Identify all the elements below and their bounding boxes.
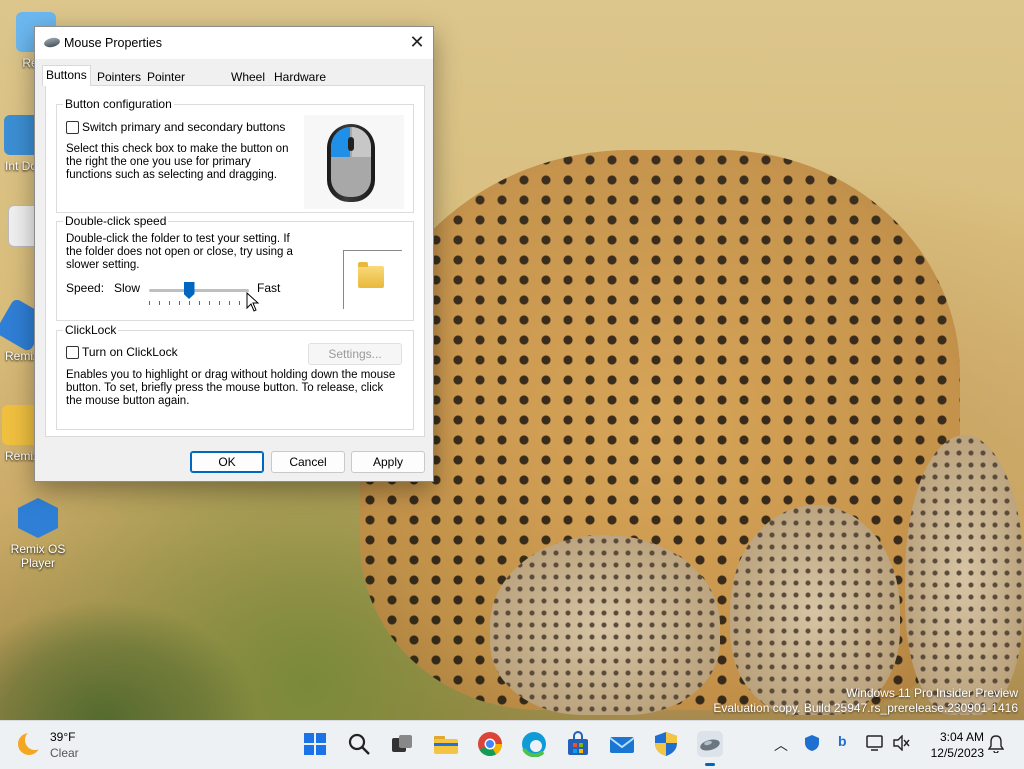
clock-date: 12/5/2023 [930, 746, 984, 760]
clock[interactable]: 3:04 AM 12/5/2023 [931, 729, 984, 761]
task-view-icon [392, 735, 412, 752]
double-click-speed-group: Double-click speed Double-click the fold… [56, 214, 414, 321]
display-icon[interactable] [866, 735, 886, 751]
task-view-button[interactable] [389, 731, 415, 757]
chevron-up-icon: ︿ [774, 737, 788, 753]
tab-wheel[interactable]: Wheel [227, 67, 269, 87]
slow-label: Slow [114, 281, 141, 295]
cheetah-cub-image [905, 435, 1024, 715]
cheetah-cub-image [730, 505, 900, 715]
edge-icon [522, 732, 546, 758]
group-title: Double-click speed [63, 214, 169, 228]
mouse-illustration [304, 115, 404, 209]
mouse-cursor-icon [246, 292, 260, 312]
slider-tick [199, 301, 200, 305]
mouse-properties-button[interactable] [697, 731, 723, 766]
moon-icon [18, 730, 45, 755]
mouse-icon [43, 36, 61, 49]
weather-temperature: 39°F [50, 730, 76, 744]
dialog-title: Mouse Properties [64, 36, 162, 50]
mouse-properties-icon [700, 739, 720, 751]
notification-bell-icon[interactable] [988, 735, 1004, 753]
mouse-properties-dialog: Mouse Properties ✕ Buttons Pointers Poin… [34, 26, 434, 482]
cancel-button[interactable]: Cancel [271, 451, 345, 473]
security-icon [655, 732, 677, 756]
buttons-tab-panel: Button configuration Switch primary and … [45, 85, 425, 437]
folder-icon[interactable] [358, 262, 384, 288]
clicklock-group: ClickLock Turn on ClickLock Settings... … [56, 323, 414, 430]
tab-buttons[interactable]: Buttons [42, 65, 91, 86]
close-button[interactable]: ✕ [401, 27, 433, 59]
slider-tick [209, 301, 210, 305]
clicklock-label[interactable]: Turn on ClickLock [82, 345, 178, 359]
start-button[interactable] [302, 731, 328, 757]
slider-tick [219, 301, 220, 305]
close-icon: ✕ [409, 32, 425, 52]
double-click-speed-slider[interactable] [149, 282, 249, 299]
speed-label: Speed: [66, 281, 105, 295]
mail-icon [609, 737, 635, 753]
tab-pointer-options[interactable]: Pointer Options [143, 67, 192, 102]
slider-tick [229, 301, 230, 305]
tab-hardware[interactable]: Hardware [270, 67, 330, 87]
ok-button[interactable]: OK [190, 451, 264, 473]
search-icon [348, 733, 370, 755]
defender-tray-icon[interactable] [803, 734, 821, 752]
weather-condition: Clear [50, 746, 79, 760]
cheetah-cub-image [490, 535, 720, 715]
slider-tick [169, 301, 170, 305]
grass-foreground [0, 600, 260, 720]
remix-os-player-icon [18, 498, 58, 538]
taskbar: 39°F Clear ︿ b 3:04 AM 12/5/2023 [0, 720, 1024, 769]
volume-muted-icon[interactable] [893, 735, 911, 751]
chrome-button[interactable] [477, 731, 503, 757]
slider-ticks [149, 301, 250, 305]
tab-pointers[interactable]: Pointers [93, 67, 145, 87]
clock-time: 3:04 AM [939, 730, 984, 744]
slider-tick [149, 301, 150, 305]
watermark-build: Evaluation copy. Build 25947.rs_prerelea… [713, 701, 1018, 715]
button-config-description: Select this check box to make the button… [66, 143, 289, 181]
file-explorer-icon [434, 736, 458, 754]
clicklock-settings-button[interactable]: Settings... [308, 343, 402, 365]
show-hidden-icons-button[interactable]: ︿ [774, 735, 788, 755]
clicklock-description: Enables you to highlight or drag without… [66, 369, 396, 407]
slider-tick [189, 301, 190, 305]
mouse-image-icon [327, 124, 375, 202]
search-button[interactable] [346, 731, 372, 757]
fast-label: Fast [257, 281, 281, 295]
start-icon [304, 733, 326, 755]
store-icon [568, 731, 588, 755]
switch-buttons-label[interactable]: Switch primary and secondary buttons [82, 120, 285, 134]
chrome-icon [478, 732, 502, 757]
desktop-icon-remix-os-player[interactable]: Remix OS Player [6, 498, 70, 570]
button-configuration-group: Button configuration Switch primary and … [56, 97, 414, 213]
double-click-description: Double-click the folder to test your set… [66, 233, 293, 271]
slider-thumb[interactable] [183, 282, 195, 299]
store-button[interactable] [565, 731, 591, 757]
group-title: ClickLock [63, 323, 119, 337]
bing-icon[interactable]: b [838, 733, 847, 749]
slider-tick [239, 301, 240, 305]
file-explorer-button[interactable] [433, 731, 459, 757]
watermark-edition: Windows 11 Pro Insider Preview [846, 686, 1018, 700]
slider-tick [159, 301, 160, 305]
edge-button[interactable] [521, 731, 547, 758]
test-folder-area[interactable] [343, 250, 402, 309]
group-title: Button configuration [63, 97, 174, 111]
switch-buttons-checkbox[interactable] [66, 121, 79, 134]
mail-button[interactable] [609, 731, 635, 757]
clicklock-checkbox[interactable] [66, 346, 79, 359]
security-button[interactable] [653, 731, 679, 757]
apply-button[interactable]: Apply [351, 451, 425, 473]
title-bar[interactable]: Mouse Properties ✕ [35, 27, 433, 59]
slider-tick [179, 301, 180, 305]
